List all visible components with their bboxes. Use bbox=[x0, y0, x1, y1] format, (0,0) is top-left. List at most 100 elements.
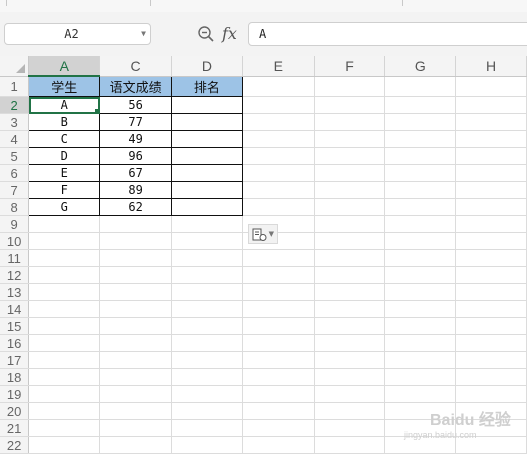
selected-cell[interactable]: A bbox=[28, 96, 101, 114]
fill-handle[interactable] bbox=[95, 109, 99, 113]
cell[interactable] bbox=[455, 147, 527, 165]
cell[interactable] bbox=[99, 317, 172, 335]
cell[interactable] bbox=[28, 436, 101, 454]
select-all-corner[interactable] bbox=[0, 56, 30, 77]
cell[interactable] bbox=[99, 300, 172, 318]
row-header[interactable]: 2 bbox=[0, 96, 30, 114]
cell[interactable] bbox=[171, 249, 243, 267]
cell[interactable] bbox=[314, 402, 386, 420]
cell[interactable] bbox=[455, 317, 527, 335]
cell[interactable] bbox=[171, 232, 243, 250]
row-header[interactable]: 1 bbox=[0, 76, 30, 97]
cell[interactable] bbox=[28, 300, 101, 318]
cell[interactable]: 89 bbox=[99, 181, 172, 199]
cell[interactable] bbox=[28, 334, 101, 352]
cell[interactable] bbox=[384, 283, 457, 301]
cell[interactable] bbox=[314, 351, 386, 369]
cell[interactable] bbox=[242, 368, 315, 386]
fx-icon[interactable]: fx bbox=[222, 24, 237, 44]
cell[interactable] bbox=[242, 76, 315, 97]
cell[interactable] bbox=[242, 249, 315, 267]
cell[interactable]: 62 bbox=[99, 198, 172, 216]
cell[interactable]: E bbox=[28, 164, 101, 182]
row-header[interactable]: 16 bbox=[0, 334, 30, 352]
cell[interactable]: 排名 bbox=[170, 75, 243, 97]
cell[interactable]: B bbox=[28, 113, 101, 131]
cell[interactable]: C bbox=[28, 130, 101, 148]
cell[interactable] bbox=[28, 385, 101, 403]
cell[interactable] bbox=[170, 181, 243, 199]
cell[interactable] bbox=[384, 164, 457, 182]
formula-input[interactable]: A bbox=[248, 22, 527, 46]
cell[interactable] bbox=[455, 232, 527, 250]
cell[interactable] bbox=[314, 147, 386, 165]
cell[interactable]: G bbox=[28, 198, 101, 216]
cell[interactable] bbox=[314, 334, 386, 352]
cell[interactable] bbox=[28, 232, 101, 250]
row-header[interactable]: 22 bbox=[0, 436, 30, 454]
cell[interactable] bbox=[170, 113, 243, 131]
cell[interactable] bbox=[384, 368, 457, 386]
cell[interactable] bbox=[99, 283, 172, 301]
cell[interactable] bbox=[28, 419, 101, 437]
cell[interactable] bbox=[384, 76, 457, 97]
cell[interactable] bbox=[171, 402, 243, 420]
row-header[interactable]: 17 bbox=[0, 351, 30, 369]
cell[interactable] bbox=[99, 402, 172, 420]
cell[interactable] bbox=[455, 164, 527, 182]
cell[interactable] bbox=[314, 198, 386, 216]
cell[interactable] bbox=[384, 385, 457, 403]
cell[interactable] bbox=[171, 351, 243, 369]
row-header[interactable]: 19 bbox=[0, 385, 30, 403]
cell[interactable] bbox=[242, 419, 315, 437]
row-header[interactable]: 4 bbox=[0, 130, 30, 148]
cell[interactable]: D bbox=[28, 147, 101, 165]
cell[interactable]: 语文成绩 bbox=[99, 75, 172, 97]
cell[interactable] bbox=[171, 385, 243, 403]
zoom-icon[interactable] bbox=[197, 25, 215, 43]
cell[interactable] bbox=[455, 181, 527, 199]
cell[interactable] bbox=[314, 300, 386, 318]
cell[interactable] bbox=[314, 283, 386, 301]
cell[interactable] bbox=[242, 334, 315, 352]
row-header[interactable]: 21 bbox=[0, 419, 30, 437]
cell[interactable] bbox=[455, 385, 527, 403]
cell[interactable] bbox=[99, 351, 172, 369]
column-header[interactable]: E bbox=[242, 56, 315, 77]
row-header[interactable]: 15 bbox=[0, 317, 30, 335]
chevron-down-icon[interactable]: ▼ bbox=[141, 24, 146, 44]
cell[interactable] bbox=[384, 317, 457, 335]
row-header[interactable]: 6 bbox=[0, 164, 30, 182]
row-header[interactable]: 18 bbox=[0, 368, 30, 386]
cell[interactable]: 学生 bbox=[28, 75, 101, 97]
cell[interactable] bbox=[314, 249, 386, 267]
cell[interactable] bbox=[28, 368, 101, 386]
cell[interactable]: 56 bbox=[99, 96, 172, 114]
column-header[interactable]: G bbox=[384, 56, 457, 77]
cell[interactable] bbox=[28, 215, 101, 233]
cell[interactable] bbox=[242, 164, 315, 182]
row-header[interactable]: 8 bbox=[0, 198, 30, 216]
row-header[interactable]: 14 bbox=[0, 300, 30, 318]
row-header[interactable]: 11 bbox=[0, 249, 30, 267]
cell[interactable] bbox=[314, 385, 386, 403]
cell[interactable] bbox=[170, 96, 243, 114]
cell[interactable] bbox=[455, 300, 527, 318]
cell[interactable] bbox=[314, 96, 386, 114]
cell[interactable] bbox=[170, 198, 243, 216]
cell[interactable] bbox=[455, 334, 527, 352]
cell[interactable] bbox=[314, 368, 386, 386]
cell[interactable] bbox=[171, 436, 243, 454]
cell[interactable] bbox=[171, 215, 243, 233]
cell[interactable] bbox=[242, 181, 315, 199]
cell[interactable] bbox=[455, 215, 527, 233]
cell[interactable] bbox=[99, 334, 172, 352]
cell[interactable] bbox=[384, 266, 457, 284]
cell[interactable] bbox=[242, 198, 315, 216]
cell[interactable] bbox=[242, 300, 315, 318]
cell[interactable] bbox=[242, 283, 315, 301]
cell[interactable] bbox=[242, 436, 315, 454]
cell[interactable] bbox=[99, 249, 172, 267]
cell[interactable] bbox=[99, 232, 172, 250]
cell[interactable] bbox=[28, 266, 101, 284]
